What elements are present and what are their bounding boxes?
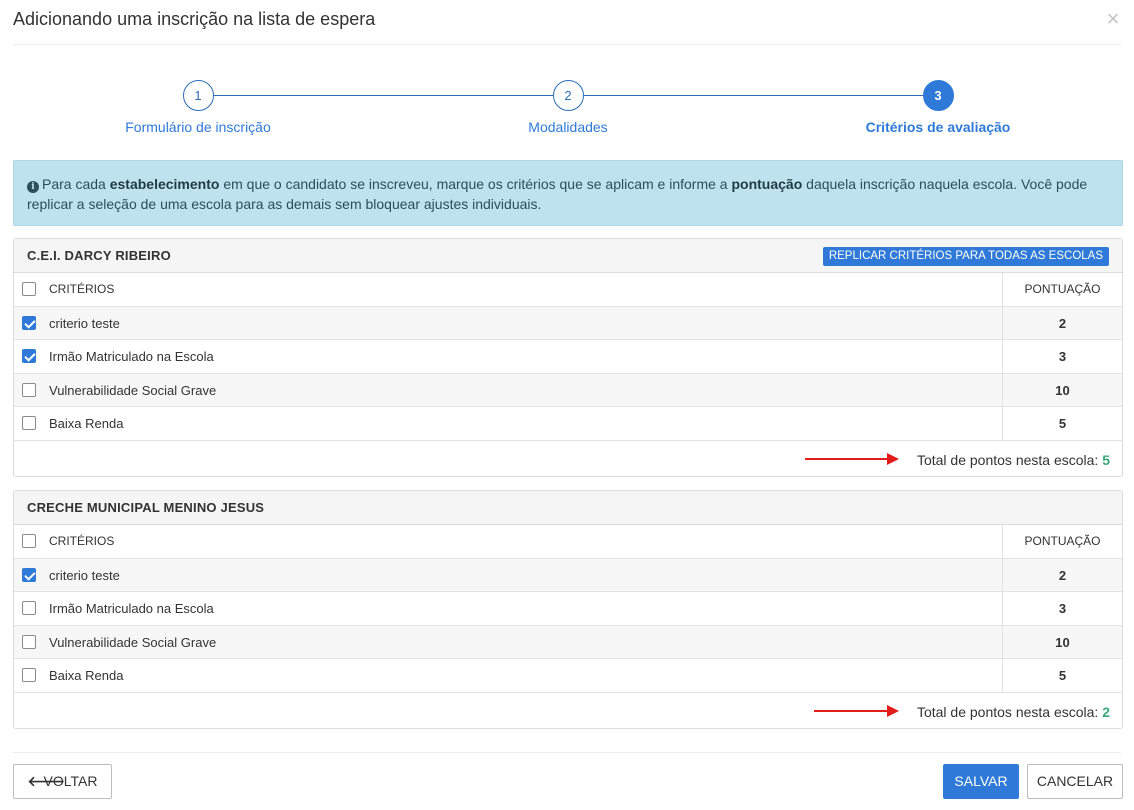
panel-header: C.E.I. DARCY RIBEIRO REPLICAR CRITÉRIOS …	[14, 239, 1122, 273]
step-3-circle: 3	[922, 80, 954, 111]
header-divider	[13, 44, 1121, 45]
step-2[interactable]: 2 Modalidades	[438, 78, 698, 135]
table-header-row: CRITÉRIOS PONTUAÇÃO	[14, 525, 1122, 559]
stepper: 1 Formulário de inscrição 2 Modalidades …	[0, 78, 1134, 138]
back-button[interactable]: 🡐VOLTAR	[13, 764, 112, 799]
table-header-row: CRITÉRIOS PONTUAÇÃO	[14, 273, 1122, 307]
info-icon: i	[27, 181, 39, 193]
table-row[interactable]: Baixa Renda 5	[14, 659, 1122, 693]
criterion-checkbox[interactable]	[22, 416, 36, 430]
table-row[interactable]: Baixa Renda 5	[14, 407, 1122, 441]
criterion-score: 3	[1002, 592, 1122, 625]
criterion-name: Vulnerabilidade Social Grave	[49, 634, 217, 650]
replicate-criteria-button[interactable]: REPLICAR CRITÉRIOS PARA TODAS AS ESCOLAS	[822, 247, 1109, 266]
criterion-score: 5	[1002, 407, 1122, 440]
criterion-name: Irmão Matriculado na Escola	[49, 601, 214, 616]
criterion-score: 2	[1002, 306, 1122, 339]
total-points: Total de pontos nesta escola: 5	[917, 452, 1110, 468]
panel-header: CRECHE MUNICIPAL MENINO JESUS	[14, 491, 1122, 525]
column-header-criteria: CRITÉRIOS	[49, 534, 115, 548]
school-panel-menino-jesus: CRECHE MUNICIPAL MENINO JESUS CRITÉRIOS …	[13, 490, 1123, 729]
table-row[interactable]: Irmão Matriculado na Escola 3	[14, 340, 1122, 374]
table-row[interactable]: Irmão Matriculado na Escola 3	[14, 592, 1122, 626]
criterion-name: Vulnerabilidade Social Grave	[49, 382, 217, 398]
criterion-checkbox[interactable]	[22, 382, 36, 397]
info-alert: i Para cada estabelecimento em que o cand…	[13, 160, 1123, 226]
modal-header: Adicionando uma inscrição na lista de es…	[0, 0, 1134, 45]
step-3[interactable]: 3 Critérios de avaliação	[808, 78, 1068, 135]
criterion-checkbox[interactable]	[22, 349, 36, 363]
total-row: Total de pontos nesta escola: 5	[14, 441, 1122, 477]
step-2-label: Modalidades	[528, 119, 608, 135]
info-text-2: em que o candidato se inscreveu, marque …	[219, 176, 732, 192]
total-label: Total de pontos nesta escola:	[916, 703, 1103, 720]
criterion-checkbox[interactable]	[22, 601, 36, 615]
select-all-checkbox[interactable]	[22, 282, 36, 296]
criterion-score: 5	[1002, 659, 1122, 692]
criterion-name: Baixa Renda	[49, 416, 124, 431]
step-3-label: Critérios de avaliação	[865, 119, 1011, 135]
table-row[interactable]: criterio teste 2	[14, 306, 1122, 340]
info-bold-establishment: estabelecimento	[109, 176, 220, 192]
step-2-circle: 2	[552, 80, 584, 111]
school-name: CRECHE MUNICIPAL MENINO JESUS	[27, 500, 265, 515]
table-row[interactable]: criterio teste 2	[14, 558, 1122, 592]
info-text-1: Para cada	[42, 176, 110, 192]
step-1-label: Formulário de inscrição	[125, 119, 271, 135]
criterion-score: 3	[1002, 340, 1122, 373]
step-1[interactable]: 1 Formulário de inscrição	[68, 78, 328, 135]
cancel-button[interactable]: CANCELAR	[1027, 764, 1123, 799]
close-icon[interactable]: ×	[1104, 8, 1122, 30]
select-all-checkbox[interactable]	[22, 534, 36, 548]
criterion-score: 10	[1002, 373, 1122, 406]
annotation-arrow-icon	[805, 452, 899, 465]
column-header-score: PONTUAÇÃO	[1002, 273, 1122, 306]
step-1-circle: 1	[182, 80, 214, 111]
back-label: VOLTAR	[43, 773, 98, 789]
criterion-checkbox[interactable]	[22, 315, 36, 330]
info-bold-score: pontuação	[731, 176, 803, 192]
total-label: Total de pontos nesta escola:	[916, 451, 1103, 468]
criterion-checkbox[interactable]	[22, 567, 36, 582]
criterion-name: criterio teste	[49, 315, 120, 331]
save-button[interactable]: SALVAR	[943, 764, 1019, 799]
criterion-name: criterio teste	[49, 567, 120, 583]
school-panel-darcy-ribeiro: C.E.I. DARCY RIBEIRO REPLICAR CRITÉRIOS …	[13, 238, 1123, 477]
total-row: Total de pontos nesta escola: 2	[14, 693, 1122, 729]
table-row[interactable]: Vulnerabilidade Social Grave 10	[14, 625, 1122, 659]
annotation-arrow-icon	[814, 704, 899, 717]
total-value: 2	[1102, 703, 1110, 720]
criterion-checkbox[interactable]	[22, 634, 36, 649]
arrow-left-icon: 🡐	[27, 773, 66, 789]
school-name: C.E.I. DARCY RIBEIRO	[27, 248, 171, 263]
criterion-score: 10	[1002, 625, 1122, 658]
column-header-score: PONTUAÇÃO	[1002, 525, 1122, 558]
total-value: 5	[1102, 451, 1110, 468]
column-header-criteria: CRITÉRIOS	[49, 282, 115, 296]
criterion-name: Irmão Matriculado na Escola	[49, 349, 214, 364]
criterion-checkbox[interactable]	[22, 668, 36, 682]
criterion-name: Baixa Renda	[49, 668, 124, 683]
criterion-score: 2	[1002, 558, 1122, 591]
total-points: Total de pontos nesta escola: 2	[917, 704, 1110, 720]
table-row[interactable]: Vulnerabilidade Social Grave 10	[14, 373, 1122, 407]
modal-title: Adicionando uma inscrição na lista de es…	[13, 9, 376, 29]
footer-divider	[13, 752, 1121, 753]
